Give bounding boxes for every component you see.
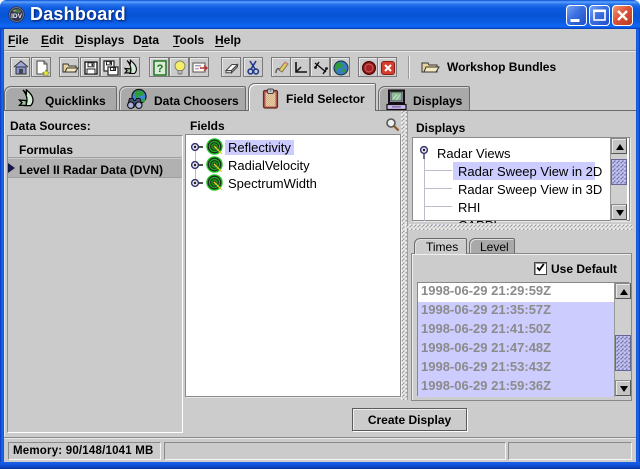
svg-text:IDV: IDV — [11, 13, 23, 20]
svg-text:?: ? — [157, 63, 164, 75]
